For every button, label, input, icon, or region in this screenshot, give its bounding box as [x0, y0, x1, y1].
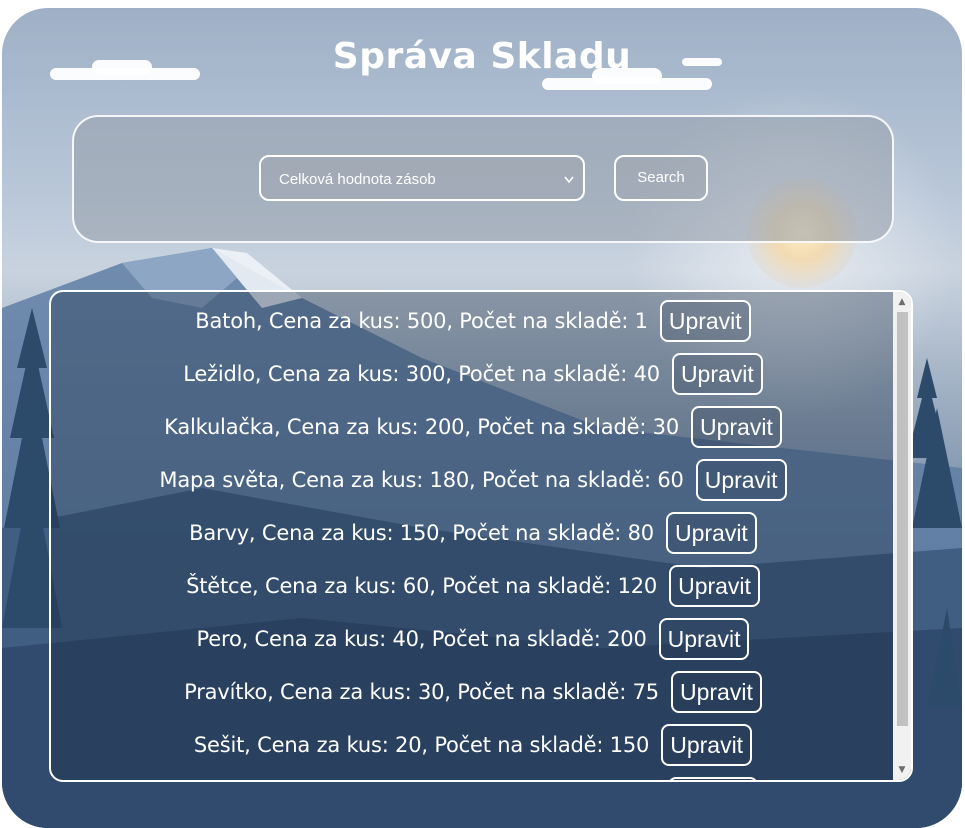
item-details: Pero, Cena za kus: 40, Počet na skladě: … — [196, 626, 647, 651]
list-item: Batoh, Cena za kus: 500, Počet na skladě… — [51, 294, 895, 347]
search-panel: Celková hodnota zásob Search — [72, 115, 894, 243]
edit-button[interactable]: Upravit — [670, 670, 762, 713]
search-button[interactable]: Search — [614, 155, 708, 201]
list-item: Pravítko, Cena za kus: 30, Počet na skla… — [51, 665, 895, 718]
item-details: Sešit, Cena za kus: 20, Počet na skladě:… — [193, 732, 650, 757]
item-details: Mapa světa, Cena za kus: 180, Počet na s… — [159, 467, 684, 492]
list-item: Pero, Cena za kus: 40, Počet na skladě: … — [51, 612, 895, 665]
edit-button[interactable]: Upravit — [667, 776, 759, 780]
app-window: Správa Skladu Celková hodnota zásob Sear… — [2, 8, 962, 828]
item-details: Ležidlo, Cena za kus: 300, Počet na skla… — [183, 361, 660, 386]
inventory-list-content: Batoh, Cena za kus: 500, Počet na skladě… — [51, 292, 895, 780]
item-details: Kalkulačka, Cena za kus: 200, Počet na s… — [164, 414, 679, 439]
list-item: Štětce, Cena za kus: 60, Počet na skladě… — [51, 559, 895, 612]
edit-button[interactable]: Upravit — [659, 299, 751, 342]
scroll-up-arrow-icon[interactable]: ▲ — [893, 294, 911, 310]
select-value: Celková hodnota zásob — [279, 171, 436, 188]
edit-button[interactable]: Upravit — [665, 511, 757, 554]
list-item: Kalkulačka, Cena za kus: 200, Počet na s… — [51, 400, 895, 453]
item-details: Barvy, Cena za kus: 150, Počet na skladě… — [189, 520, 654, 545]
item-details: Batoh, Cena za kus: 500, Počet na skladě… — [195, 308, 648, 333]
scroll-down-arrow-icon[interactable]: ▼ — [893, 762, 911, 778]
edit-button[interactable]: Upravit — [661, 723, 753, 766]
edit-button[interactable]: Upravit — [658, 617, 750, 660]
chevron-down-icon — [563, 157, 575, 203]
list-item: Mapa světa, Cena za kus: 180, Počet na s… — [51, 453, 895, 506]
item-details: Pravítko, Cena za kus: 30, Počet na skla… — [184, 679, 659, 704]
scrollbar[interactable]: ▲ ▼ — [893, 292, 911, 780]
report-select[interactable]: Celková hodnota zásob — [259, 155, 585, 201]
scrollbar-thumb[interactable] — [897, 312, 908, 726]
page-title: Správa Skladu — [332, 36, 632, 77]
inventory-list[interactable]: Batoh, Cena za kus: 500, Počet na skladě… — [49, 290, 913, 782]
edit-button[interactable]: Upravit — [669, 564, 760, 607]
item-details: Štětce, Cena za kus: 60, Počet na skladě… — [186, 573, 658, 598]
list-item: Sešit, Cena za kus: 20, Počet na skladě:… — [51, 718, 895, 771]
edit-button[interactable]: Upravit — [671, 352, 763, 395]
edit-button[interactable]: Upravit — [691, 405, 782, 448]
list-item: Upravit — [51, 771, 895, 780]
list-item: Barvy, Cena za kus: 150, Počet na skladě… — [51, 506, 895, 559]
list-item: Ležidlo, Cena za kus: 300, Počet na skla… — [51, 347, 895, 400]
edit-button[interactable]: Upravit — [695, 458, 787, 501]
